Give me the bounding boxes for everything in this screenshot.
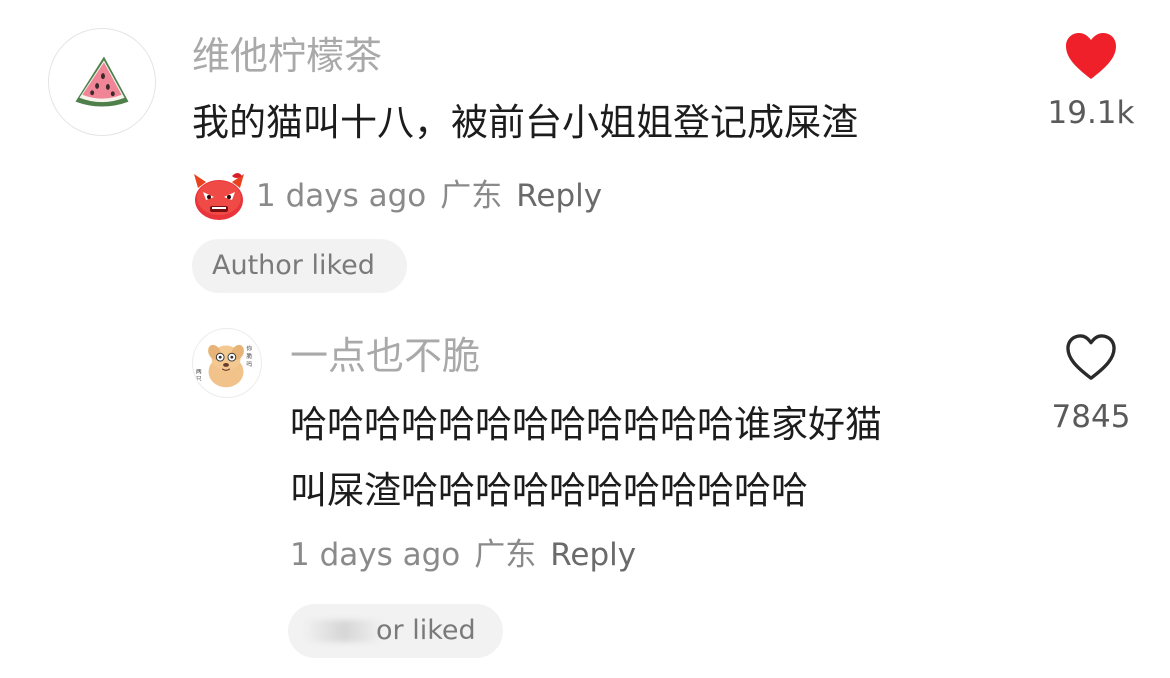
like-count: 19.1k (1047, 95, 1135, 131)
author-liked-badge: Author liked (192, 239, 407, 293)
comment-text: 哈哈哈哈哈哈哈哈哈哈哈哈谁家好猫 叫屎渣哈哈哈哈哈哈哈哈哈哈哈 (290, 392, 882, 524)
blur-overlay (304, 620, 384, 642)
like-count: 7845 (1051, 399, 1131, 435)
angry-face-emoji-icon (192, 170, 246, 222)
svg-text:两: 两 (196, 369, 202, 376)
comment-time: 1 days ago (256, 177, 427, 214)
comment-location: 广东 (474, 537, 537, 573)
comment-time: 1 days ago (290, 537, 461, 573)
comment-meta: 1 days ago 广东 Reply (192, 170, 602, 222)
svg-text:吗: 吗 (246, 360, 252, 368)
svg-text:你: 你 (246, 344, 252, 352)
comment-text-line: 叫屎渣哈哈哈哈哈哈哈哈哈哈哈 (290, 469, 808, 512)
comment-text-line: 哈哈哈哈哈哈哈哈哈哈哈哈谁家好猫 (290, 403, 882, 446)
svg-text:脆: 脆 (246, 352, 252, 360)
like-button[interactable]: 19.1k (1036, 32, 1146, 129)
comment-username[interactable]: 一点也不脆 (290, 337, 480, 375)
comment-location: 广东 (440, 177, 503, 214)
heart-filled-icon (1066, 33, 1116, 79)
watermelon-icon (75, 56, 129, 107)
user-avatar[interactable] (48, 28, 156, 136)
reply-button[interactable]: Reply (516, 180, 602, 212)
comment-username[interactable]: 维他柠檬茶 (192, 37, 382, 75)
author-liked-label: or liked (376, 615, 476, 646)
comment-meta: 1 days ago 广东 Reply (290, 540, 636, 571)
author-liked-badge: or liked (288, 604, 503, 658)
heart-outline-icon (1066, 334, 1116, 380)
like-button[interactable]: 7845 (1036, 334, 1146, 433)
svg-text:只: 只 (196, 375, 202, 382)
user-avatar[interactable]: 你 脆 吗 两 只 (192, 328, 262, 398)
reply-button[interactable]: Reply (550, 540, 636, 571)
cartoon-dog-avatar-icon: 你 脆 吗 两 只 (196, 344, 252, 388)
comment-text: 我的猫叫十八，被前台小姐姐登记成屎渣 (192, 101, 858, 144)
